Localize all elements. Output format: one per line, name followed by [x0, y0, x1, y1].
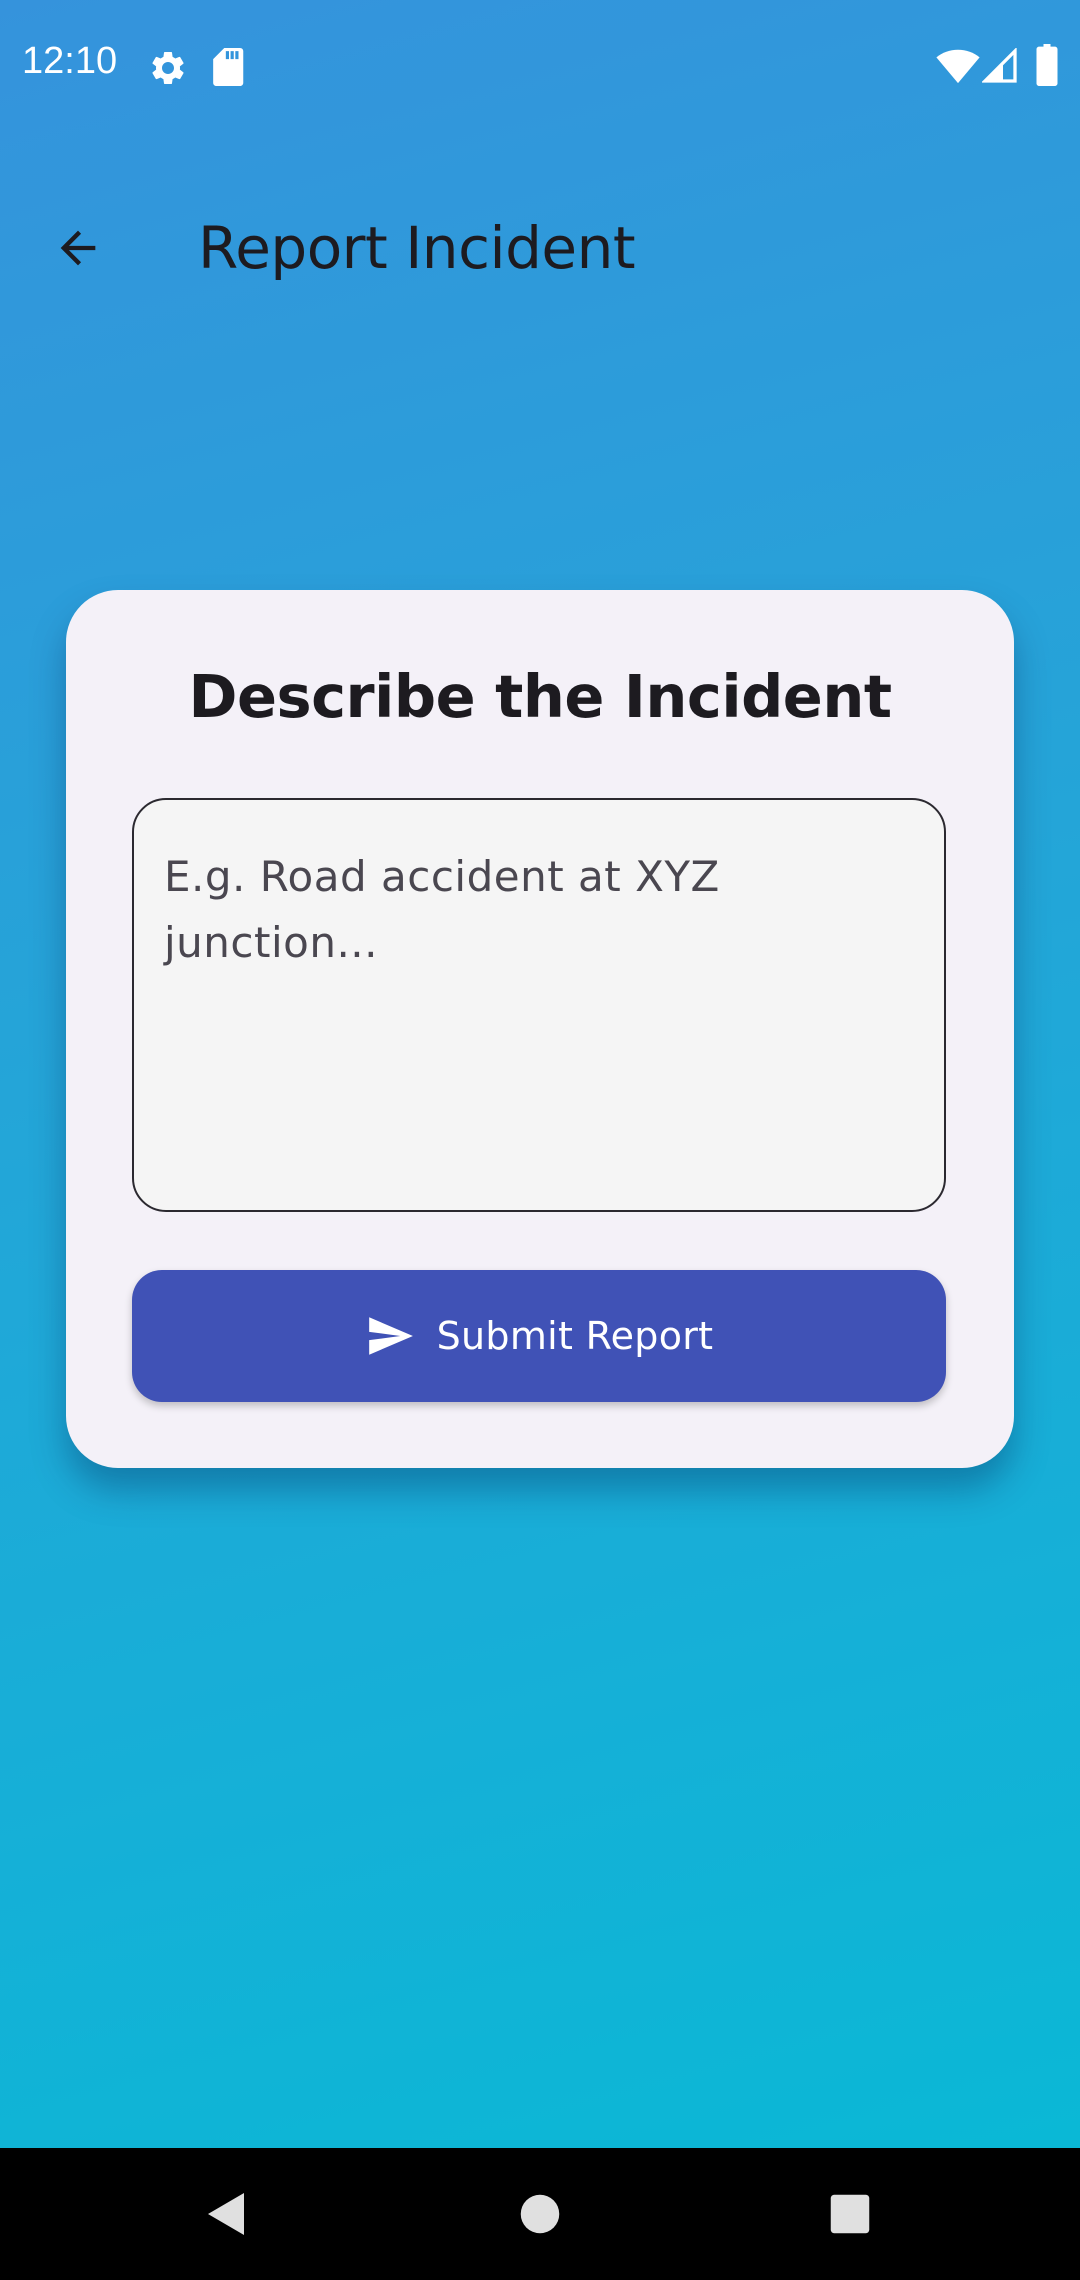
recents-square-icon — [830, 2194, 870, 2234]
wifi-icon — [936, 49, 980, 84]
cellular-signal-icon — [982, 48, 1017, 83]
app-bar: Report Incident — [0, 180, 1080, 316]
incident-description-input[interactable] — [132, 798, 946, 1212]
status-bar: 12:10 — [0, 0, 1080, 134]
send-icon — [365, 1311, 415, 1361]
sd-card-icon — [213, 48, 244, 86]
home-circle-icon — [520, 2194, 560, 2234]
nav-back-button[interactable] — [146, 2148, 306, 2280]
status-time: 12:10 — [22, 40, 118, 82]
card-title: Describe the Incident — [188, 662, 892, 731]
nav-home-button[interactable] — [460, 2148, 620, 2280]
incident-card: Describe the Incident Submit Report — [66, 590, 1014, 1468]
submit-report-button[interactable]: Submit Report — [132, 1270, 946, 1402]
system-nav-bar — [0, 2148, 1080, 2280]
submit-button-label: Submit Report — [436, 1314, 714, 1358]
nav-recents-button[interactable] — [770, 2148, 930, 2280]
back-triangle-icon — [208, 2193, 244, 2235]
settings-icon — [152, 51, 184, 84]
page-title: Report Incident — [198, 214, 636, 282]
back-button[interactable] — [38, 208, 118, 288]
arrow-back-icon — [60, 230, 96, 266]
battery-icon — [1036, 44, 1058, 86]
app-screen: 12:10 Report Incident Describe the Incid… — [0, 0, 1080, 2148]
